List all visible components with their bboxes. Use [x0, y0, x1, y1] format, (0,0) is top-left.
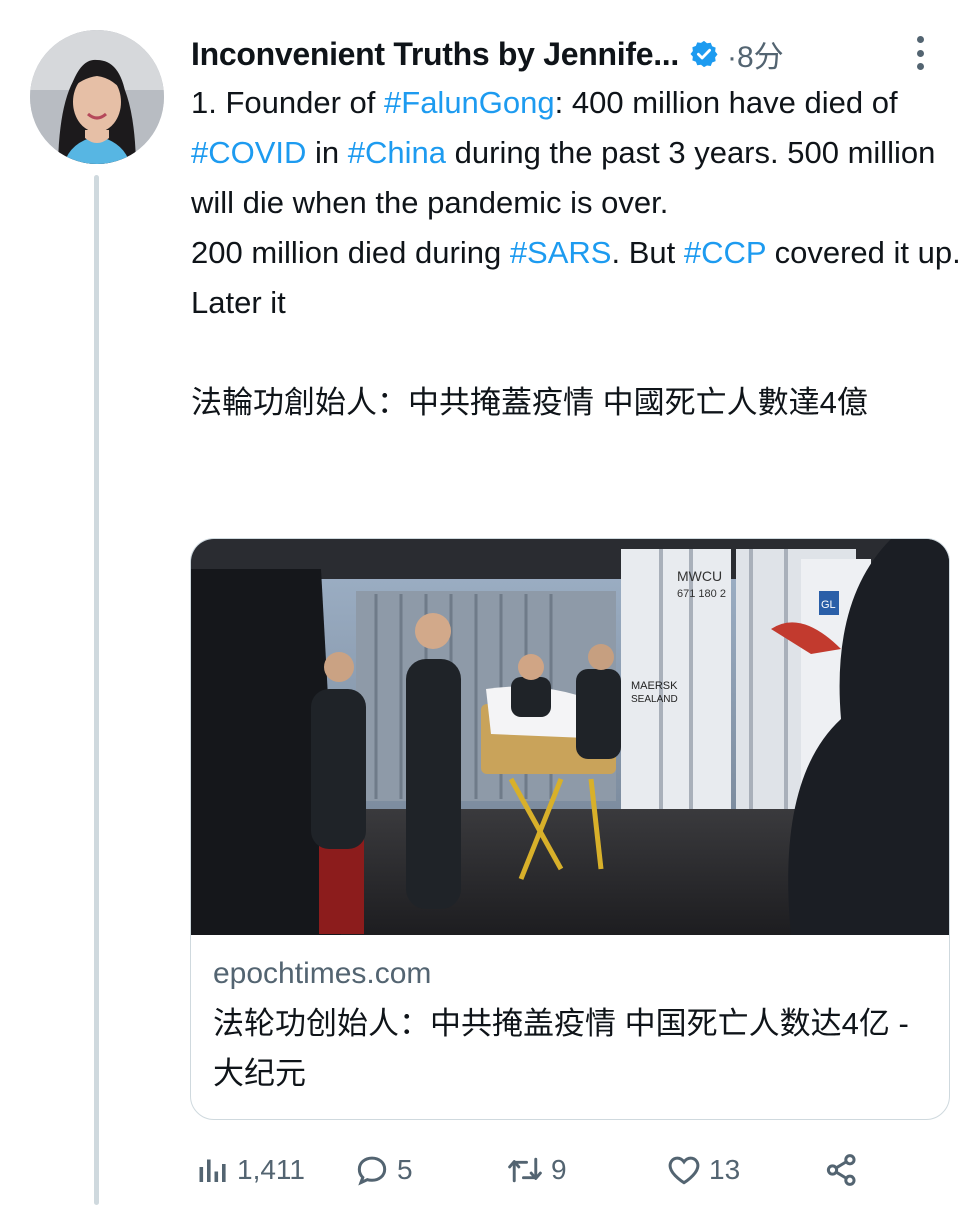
- views-button[interactable]: 1,411: [195, 1148, 305, 1192]
- more-icon[interactable]: [915, 36, 925, 70]
- reply-icon: [357, 1156, 387, 1186]
- card-domain: epochtimes.com: [213, 957, 432, 990]
- avatar[interactable]: [30, 30, 164, 164]
- hashtag-link[interactable]: #CCP: [684, 235, 766, 270]
- like-button[interactable]: 13: [665, 1148, 740, 1192]
- hashtag-link[interactable]: #COVID: [191, 135, 306, 170]
- card-title: 法轮功创始人：中共掩盖疫情 中国死亡人数达4亿 - 大纪元: [213, 1006, 909, 1091]
- action-bar: 1,411 5 9 13: [195, 1148, 875, 1192]
- tweet-text: 1. Founder of #FalunGong: 400 million ha…: [191, 78, 961, 428]
- container-brand-1: MAERSK: [631, 680, 678, 692]
- avatar-image: [30, 30, 164, 164]
- retweet-button[interactable]: 9: [505, 1148, 567, 1192]
- tweet-chinese-text: 法輪功創始人：中共掩蓋疫情 中國死亡人數達4億: [191, 385, 868, 420]
- timestamp[interactable]: ·8分: [727, 32, 784, 76]
- views-count: 1,411: [237, 1154, 305, 1185]
- like-count: 13: [709, 1154, 741, 1185]
- tweet-text-segment: 1. Founder of: [191, 85, 385, 120]
- tweet-text-segment: . But: [611, 235, 684, 270]
- tweet-text-segment: : 400 million have died of: [554, 85, 898, 120]
- container-logo: GL: [821, 599, 836, 611]
- container-code-1: MWCU: [677, 568, 722, 584]
- retweet-icon: [508, 1157, 542, 1183]
- tweet-header: Inconvenient Truths by Jennife... ·8分: [191, 30, 961, 78]
- link-card[interactable]: MWCU 671 180 2 MAERSK SEALAND GL epochti…: [190, 538, 950, 1120]
- tweet-paragraph-2: 200 million died during #SARS. But #CCP …: [191, 228, 961, 328]
- hashtag-link[interactable]: #China: [348, 135, 446, 170]
- reply-button[interactable]: 5: [353, 1148, 413, 1192]
- tweet-text-segment: 200 million died during: [191, 235, 510, 270]
- verified-icon: [690, 40, 718, 68]
- like-icon: [668, 1156, 700, 1185]
- reply-count: 5: [397, 1154, 413, 1185]
- views-icon: [199, 1159, 226, 1182]
- hashtag-link[interactable]: #SARS: [510, 235, 612, 270]
- tweet-text-segment: in: [306, 135, 348, 170]
- container-code-2: 671 180 2: [677, 588, 726, 600]
- hashtag-link[interactable]: #FalunGong: [384, 85, 555, 120]
- container-brand-2: SEALAND: [631, 694, 678, 705]
- card-image: MWCU 671 180 2 MAERSK SEALAND GL: [191, 539, 949, 935]
- share-button[interactable]: [823, 1148, 867, 1192]
- tweet-paragraph-1: 1. Founder of #FalunGong: 400 million ha…: [191, 78, 961, 228]
- retweet-count: 9: [551, 1154, 567, 1185]
- share-icon: [826, 1154, 856, 1186]
- thread-line: [94, 175, 99, 1205]
- author-name[interactable]: Inconvenient Truths by Jennife...: [191, 36, 679, 73]
